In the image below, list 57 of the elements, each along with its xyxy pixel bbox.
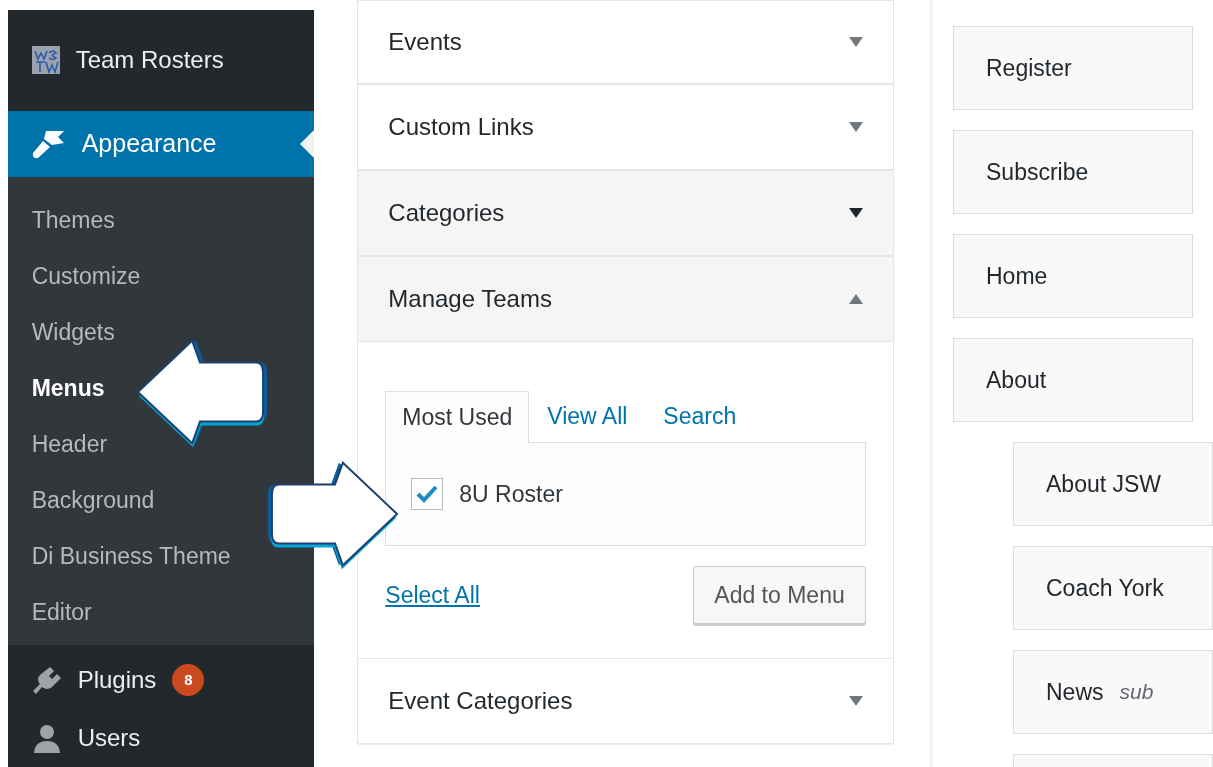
accordion-header[interactable]: Manage Teams: [357, 256, 894, 342]
submenu-item[interactable]: Di Business Theme: [31, 538, 231, 574]
menu-item-box[interactable]: Coach York: [1013, 546, 1213, 630]
menu-label[interactable]: Plugins: [77, 662, 157, 698]
plug-icon: [31, 665, 62, 695]
menu-item-box[interactable]: Register: [953, 26, 1193, 110]
caret-down-icon: [848, 37, 863, 47]
menu-label: Appearance: [81, 128, 217, 159]
current-pointer-icon: [300, 129, 315, 158]
menu-item-label: About: [986, 365, 1047, 395]
add-to-menu-button[interactable]: Add to Menu: [693, 566, 866, 624]
submenu-item[interactable]: Widgets: [31, 314, 115, 350]
menu-item-box[interactable]: Home: [953, 234, 1193, 318]
menu-item-label: Register: [986, 53, 1072, 83]
submenu-item[interactable]: Customize: [31, 258, 141, 294]
menu-item-box[interactable]: About JSW: [1013, 442, 1213, 526]
accordion-title: Manage Teams: [388, 284, 552, 314]
submenu-item[interactable]: Background: [31, 482, 155, 518]
site-logo-icon: [31, 46, 60, 75]
user-icon: [31, 723, 62, 753]
menu-item-label: News: [1046, 677, 1104, 707]
submenu-item[interactable]: Themes: [31, 202, 115, 238]
checkmark-icon: [416, 485, 439, 503]
checkbox-label: 8U Roster: [459, 479, 563, 509]
update-count-badge: 8: [172, 664, 205, 696]
caret-down-icon: [848, 208, 863, 218]
caret-down-icon: [848, 122, 863, 132]
accordion-header[interactable]: Categories: [357, 170, 894, 256]
checkbox[interactable]: [411, 478, 444, 510]
tab[interactable]: Search: [645, 390, 755, 442]
item-type-label: sub: [1119, 679, 1154, 706]
accordion-header[interactable]: Events: [357, 0, 894, 84]
tab[interactable]: View All: [529, 390, 646, 442]
accordion-header[interactable]: Event Categories: [357, 658, 894, 744]
accordion-header[interactable]: Custom Links: [357, 84, 894, 170]
submenu-item[interactable]: Menus: [31, 370, 105, 406]
accordion-title: Events: [388, 27, 462, 57]
tab[interactable]: Most Used: [385, 391, 530, 443]
menu-label[interactable]: Users: [77, 720, 141, 756]
accordion-title: Categories: [388, 198, 505, 228]
menu-item-label: Home: [986, 261, 1048, 291]
menu-item-box[interactable]: About: [953, 338, 1193, 422]
sidebar-active-item[interactable]: Appearance: [7, 110, 315, 177]
caret-up-icon: [848, 294, 863, 304]
menu-item-box[interactable]: Subscribe: [953, 130, 1193, 214]
select-all-link[interactable]: Select All: [385, 577, 480, 613]
accordion-title: Custom Links: [388, 112, 534, 142]
accordion-title: Event Categories: [388, 686, 573, 716]
menu-item-label: About JSW: [1046, 469, 1162, 499]
paintbrush-icon: [31, 128, 66, 159]
submenu-item[interactable]: Editor: [31, 594, 92, 630]
menu-item-box[interactable]: News sub: [1013, 650, 1213, 734]
menu-item-label: Coach York: [1046, 573, 1164, 603]
caret-down-icon: [848, 696, 863, 706]
menu-item-label: Subscribe: [986, 157, 1089, 187]
site-name[interactable]: Team Rosters: [75, 42, 224, 79]
submenu-item[interactable]: Header: [31, 426, 108, 462]
